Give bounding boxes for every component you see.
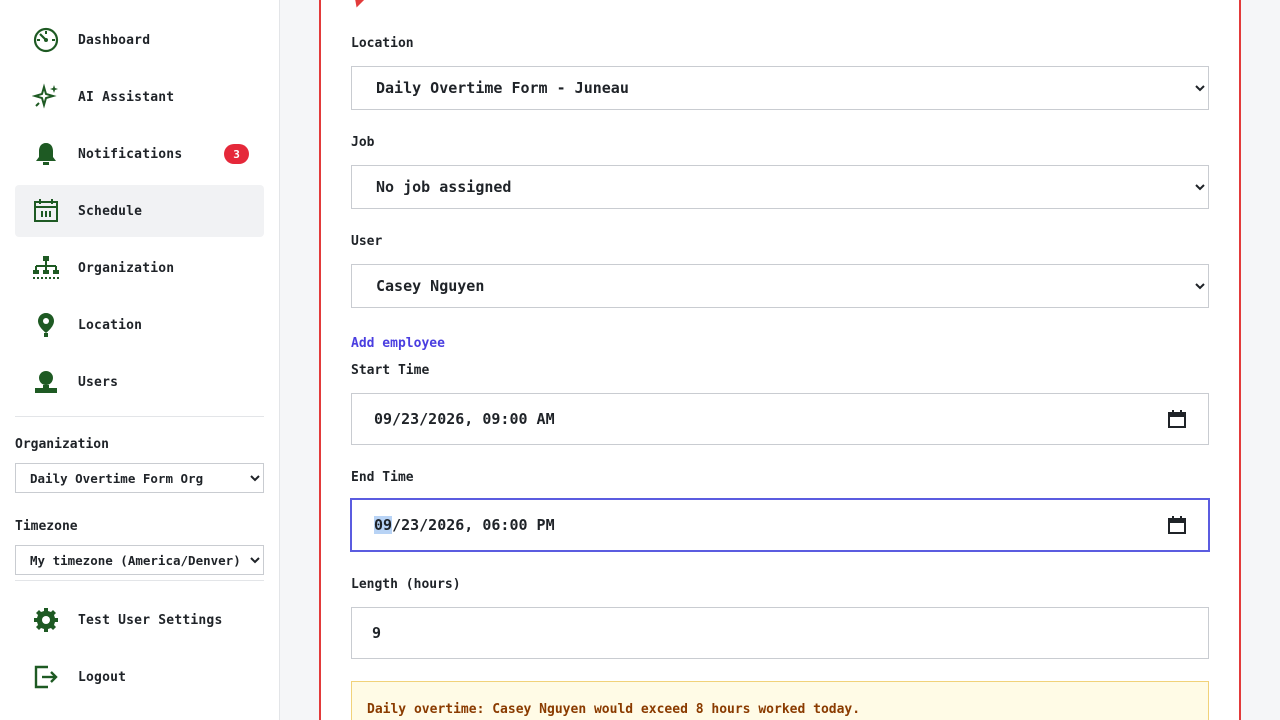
end-time-value: /23/2026, 06:00 PM: [392, 516, 555, 534]
map-pin-icon: [30, 309, 62, 341]
sidebar-item-label: Schedule: [78, 203, 143, 219]
calendar-picker-icon[interactable]: [1168, 410, 1186, 428]
length-value: 9: [372, 624, 382, 642]
sidebar-item-notifications[interactable]: Notifications 3: [15, 128, 264, 180]
calendar-picker-icon[interactable]: [1168, 516, 1186, 534]
sidebar-item-label: AI Assistant: [78, 89, 175, 105]
location-label: Location: [351, 36, 414, 51]
dashboard-icon: [30, 24, 62, 56]
timezone-select[interactable]: My timezone (America/Denver): [15, 545, 264, 575]
sidebar-item-label: Logout: [78, 669, 127, 685]
corner-marker: [349, 0, 367, 8]
sidebar-bottom-nav: Test User Settings Logout: [15, 594, 264, 708]
main-content: Location Daily Overtime Form - Juneau Jo…: [280, 0, 1280, 720]
sidebar-divider: [15, 580, 264, 581]
add-employee-link[interactable]: Add employee: [351, 336, 445, 351]
sidebar-item-label: Test User Settings: [78, 612, 223, 628]
shift-form: Location Daily Overtime Form - Juneau Jo…: [319, 0, 1241, 720]
user-label: User: [351, 234, 383, 249]
job-select[interactable]: No job assigned: [351, 165, 1209, 209]
job-label: Job: [351, 135, 375, 150]
sidebar-item-schedule[interactable]: Schedule: [15, 185, 264, 237]
sidebar-item-ai-assistant[interactable]: AI Assistant: [15, 71, 264, 123]
length-label: Length (hours): [351, 577, 461, 592]
calendar-icon: [30, 195, 62, 227]
sidebar-item-organization[interactable]: Organization: [15, 242, 264, 294]
overtime-warning-text: Daily overtime: Casey Nguyen would excee…: [367, 702, 861, 717]
sidebar-item-label: Notifications: [78, 146, 183, 162]
start-time-input[interactable]: 09/23/2026, 09:00 AM: [351, 393, 1209, 445]
sidebar-item-logout[interactable]: Logout: [15, 651, 264, 703]
sidebar-item-dashboard[interactable]: Dashboard: [15, 14, 264, 66]
start-time-value: 09/23/2026, 09:00 AM: [374, 410, 555, 428]
end-time-label: End Time: [351, 470, 414, 485]
sidebar-item-label: Users: [78, 374, 119, 390]
overtime-warning: Daily overtime: Casey Nguyen would excee…: [351, 681, 1209, 720]
end-time-month-segment: 09: [374, 516, 393, 534]
sidebar-nav: Dashboard AI Assistant Notifications 3 S…: [15, 14, 264, 413]
timezone-label: Timezone: [15, 519, 78, 534]
location-select[interactable]: Daily Overtime Form - Juneau: [351, 66, 1209, 110]
sparkle-icon: [30, 81, 62, 113]
notification-count-badge: 3: [224, 144, 249, 164]
sidebar: Dashboard AI Assistant Notifications 3 S…: [0, 0, 280, 720]
sidebar-item-test-user-settings[interactable]: Test User Settings: [15, 594, 264, 646]
end-time-input[interactable]: 09/23/2026, 06:00 PM: [350, 498, 1210, 552]
sidebar-item-label: Organization: [78, 260, 175, 276]
organization-label: Organization: [15, 437, 109, 452]
logout-icon: [30, 661, 62, 693]
org-chart-icon: [30, 252, 62, 284]
start-time-label: Start Time: [351, 363, 430, 378]
sidebar-divider: [15, 416, 264, 417]
sidebar-item-label: Dashboard: [78, 32, 151, 48]
sidebar-item-label: Location: [78, 317, 143, 333]
gear-icon: [30, 604, 62, 636]
sidebar-item-location[interactable]: Location: [15, 299, 264, 351]
organization-select[interactable]: Daily Overtime Form Org: [15, 463, 264, 493]
user-icon: [30, 366, 62, 398]
sidebar-item-users[interactable]: Users: [15, 356, 264, 408]
bell-icon: [30, 138, 62, 170]
user-select[interactable]: Casey Nguyen: [351, 264, 1209, 308]
length-input[interactable]: 9: [351, 607, 1209, 659]
